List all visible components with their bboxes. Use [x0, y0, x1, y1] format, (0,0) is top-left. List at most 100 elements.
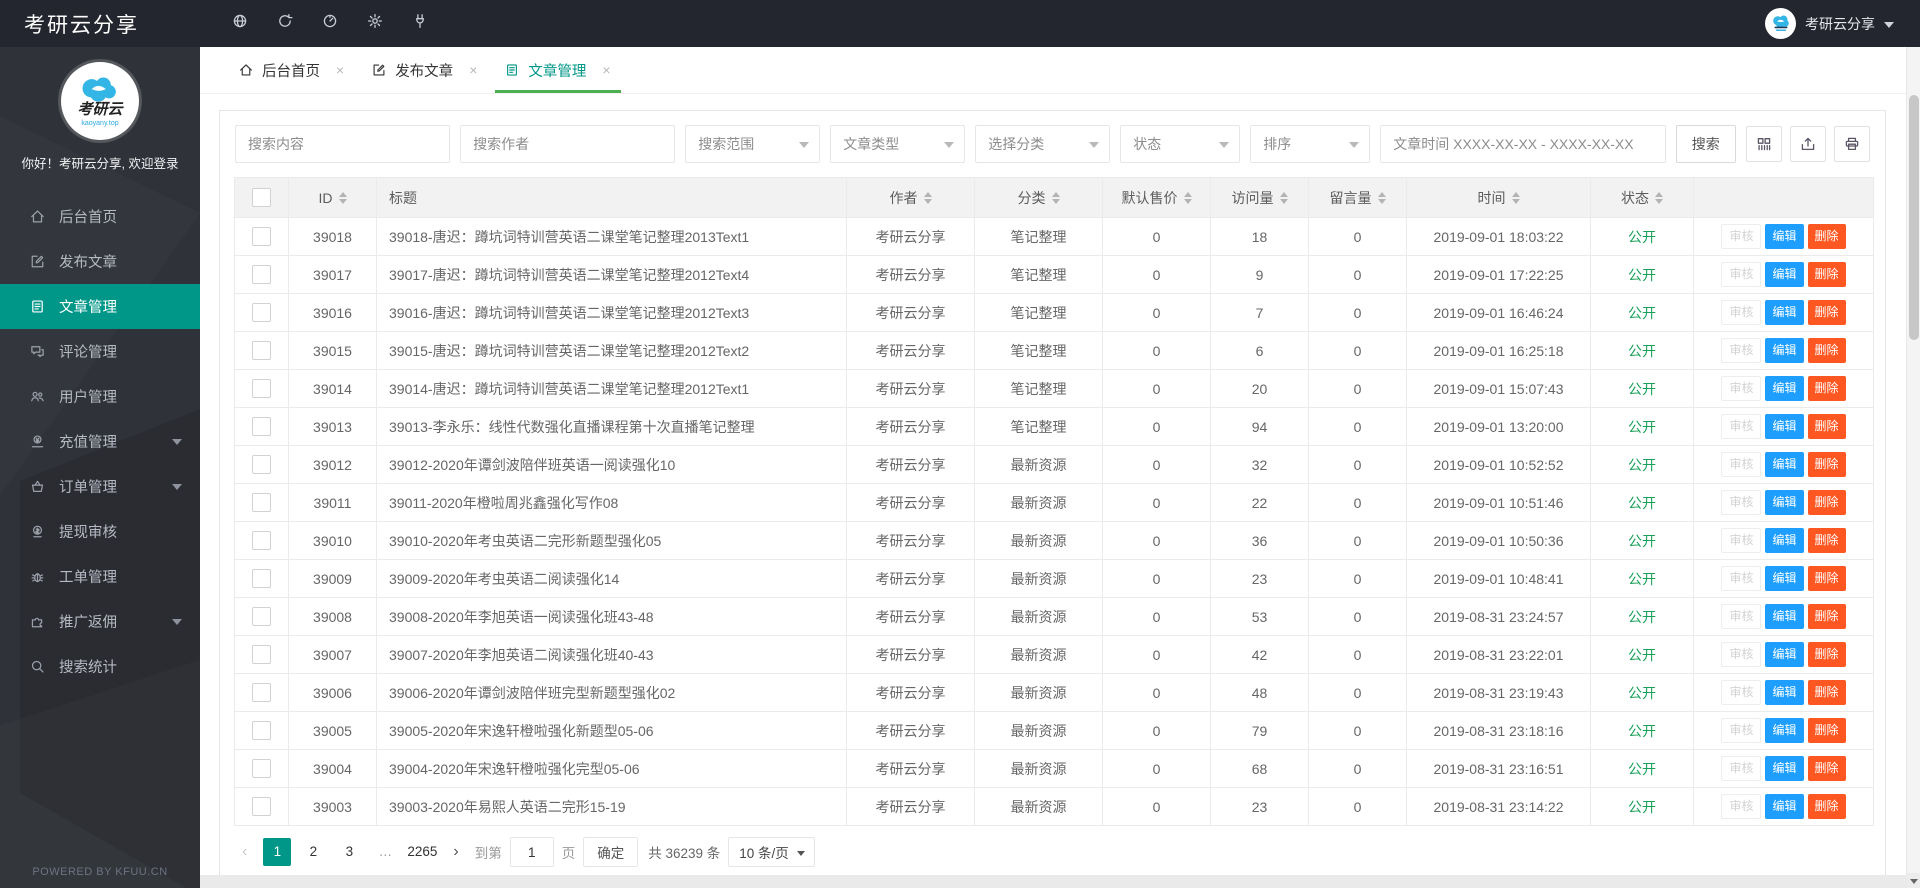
- audit-button[interactable]: 审核: [1721, 414, 1762, 439]
- sidebar-item-publish-article[interactable]: 发布文章: [0, 239, 200, 284]
- row-checkbox[interactable]: [252, 569, 271, 588]
- row-checkbox[interactable]: [252, 683, 271, 702]
- filter-select-category[interactable]: 选择分类: [975, 125, 1111, 163]
- next-page-button[interactable]: ›: [445, 843, 466, 861]
- search-button[interactable]: 搜索: [1675, 125, 1736, 163]
- audit-button[interactable]: 审核: [1721, 680, 1762, 705]
- filter-select-sort[interactable]: 排序: [1250, 125, 1371, 163]
- row-checkbox[interactable]: [252, 265, 271, 284]
- audit-button[interactable]: 审核: [1721, 490, 1762, 515]
- delete-button[interactable]: 删除: [1807, 414, 1846, 439]
- audit-button[interactable]: 审核: [1721, 452, 1762, 477]
- sidebar-item-comment-manage[interactable]: 评论管理: [0, 329, 200, 374]
- delete-button[interactable]: 删除: [1807, 642, 1846, 667]
- row-checkbox[interactable]: [252, 645, 271, 664]
- audit-button[interactable]: 审核: [1721, 566, 1762, 591]
- user-menu[interactable]: 考研云分享: [1765, 8, 1894, 39]
- row-checkbox[interactable]: [252, 721, 271, 740]
- audit-button[interactable]: 审核: [1721, 300, 1762, 325]
- select-all-checkbox[interactable]: [252, 188, 271, 207]
- sidebar-item-withdraw-audit[interactable]: 提现审核: [0, 509, 200, 554]
- delete-button[interactable]: 删除: [1807, 528, 1846, 553]
- delete-button[interactable]: 删除: [1807, 680, 1846, 705]
- edit-button[interactable]: 编辑: [1765, 300, 1804, 325]
- edit-button[interactable]: 编辑: [1765, 224, 1804, 249]
- audit-button[interactable]: 审核: [1721, 604, 1762, 629]
- horizontal-scrollbar[interactable]: [200, 875, 1906, 888]
- gear-icon[interactable]: [367, 13, 383, 34]
- row-checkbox[interactable]: [252, 493, 271, 512]
- edit-button[interactable]: 编辑: [1765, 414, 1804, 439]
- row-checkbox[interactable]: [252, 341, 271, 360]
- edit-button[interactable]: 编辑: [1765, 452, 1804, 477]
- sort-icon[interactable]: [1511, 191, 1520, 204]
- page-button[interactable]: 2265: [407, 838, 437, 866]
- article-time-input[interactable]: [1380, 125, 1666, 163]
- sort-icon[interactable]: [1655, 191, 1663, 204]
- edit-button[interactable]: 编辑: [1765, 376, 1804, 401]
- prev-page-button[interactable]: ‹: [234, 843, 255, 861]
- audit-button[interactable]: 审核: [1721, 262, 1762, 287]
- edit-button[interactable]: 编辑: [1765, 680, 1804, 705]
- row-checkbox[interactable]: [252, 379, 271, 398]
- audit-button[interactable]: 审核: [1721, 376, 1762, 401]
- sort-icon[interactable]: [1377, 191, 1386, 204]
- delete-button[interactable]: 删除: [1807, 756, 1846, 781]
- sort-icon[interactable]: [338, 191, 347, 204]
- sidebar-item-home[interactable]: 后台首页: [0, 194, 200, 239]
- delete-button[interactable]: 删除: [1807, 794, 1846, 819]
- close-icon[interactable]: ×: [469, 62, 477, 78]
- row-checkbox[interactable]: [252, 417, 271, 436]
- tab-publish-article[interactable]: 发布文章 ×: [358, 47, 491, 93]
- delete-button[interactable]: 删除: [1807, 224, 1846, 249]
- row-checkbox[interactable]: [252, 531, 271, 550]
- row-checkbox[interactable]: [252, 797, 271, 816]
- delete-button[interactable]: 删除: [1807, 376, 1846, 401]
- page-button[interactable]: 1: [263, 838, 292, 866]
- audit-button[interactable]: 审核: [1721, 338, 1762, 363]
- scrollbar-thumb[interactable]: [1909, 95, 1919, 340]
- audit-button[interactable]: 审核: [1721, 794, 1762, 819]
- search-content-input[interactable]: [235, 125, 451, 163]
- page-button[interactable]: 3: [335, 838, 363, 866]
- sort-icon[interactable]: [1051, 191, 1060, 204]
- filter-select-type[interactable]: 文章类型: [830, 125, 966, 163]
- sidebar-item-ticket-manage[interactable]: 工单管理: [0, 554, 200, 599]
- sort-icon[interactable]: [1279, 191, 1288, 204]
- edit-button[interactable]: 编辑: [1765, 490, 1804, 515]
- row-checkbox[interactable]: [252, 227, 271, 246]
- sidebar-item-article-manage[interactable]: 文章管理: [0, 284, 200, 329]
- page-size-select[interactable]: 10 条/页: [728, 837, 815, 867]
- edit-button[interactable]: 编辑: [1765, 642, 1804, 667]
- row-checkbox[interactable]: [252, 759, 271, 778]
- audit-button[interactable]: 审核: [1721, 642, 1762, 667]
- audit-button[interactable]: 审核: [1721, 756, 1762, 781]
- row-checkbox[interactable]: [252, 607, 271, 626]
- sidebar-item-search-stats[interactable]: 搜索统计: [0, 644, 200, 689]
- goto-page-input[interactable]: [509, 837, 554, 867]
- gauge-icon[interactable]: [322, 13, 338, 34]
- globe-icon[interactable]: [232, 13, 248, 34]
- delete-button[interactable]: 删除: [1807, 490, 1846, 515]
- vertical-scrollbar[interactable]: [1906, 47, 1920, 888]
- delete-button[interactable]: 删除: [1807, 338, 1846, 363]
- sidebar-item-recharge-manage[interactable]: 充值管理: [0, 419, 200, 464]
- print-button[interactable]: [1834, 126, 1870, 162]
- edit-button[interactable]: 编辑: [1765, 566, 1804, 591]
- delete-button[interactable]: 删除: [1807, 718, 1846, 743]
- confirm-button[interactable]: 确定: [583, 837, 639, 867]
- edit-button[interactable]: 编辑: [1765, 338, 1804, 363]
- delete-button[interactable]: 删除: [1807, 604, 1846, 629]
- filter-select-status[interactable]: 状态: [1120, 125, 1241, 163]
- close-icon[interactable]: ×: [602, 62, 610, 78]
- close-icon[interactable]: ×: [336, 62, 344, 78]
- delete-button[interactable]: 删除: [1807, 566, 1846, 591]
- audit-button[interactable]: 审核: [1721, 718, 1762, 743]
- edit-button[interactable]: 编辑: [1765, 262, 1804, 287]
- delete-button[interactable]: 删除: [1807, 300, 1846, 325]
- refresh-icon[interactable]: [277, 13, 293, 34]
- tab-home[interactable]: 后台首页 ×: [225, 47, 358, 93]
- sidebar-item-user-manage[interactable]: 用户管理: [0, 374, 200, 419]
- filter-select-scope[interactable]: 搜索范围: [685, 125, 821, 163]
- audit-button[interactable]: 审核: [1721, 528, 1762, 553]
